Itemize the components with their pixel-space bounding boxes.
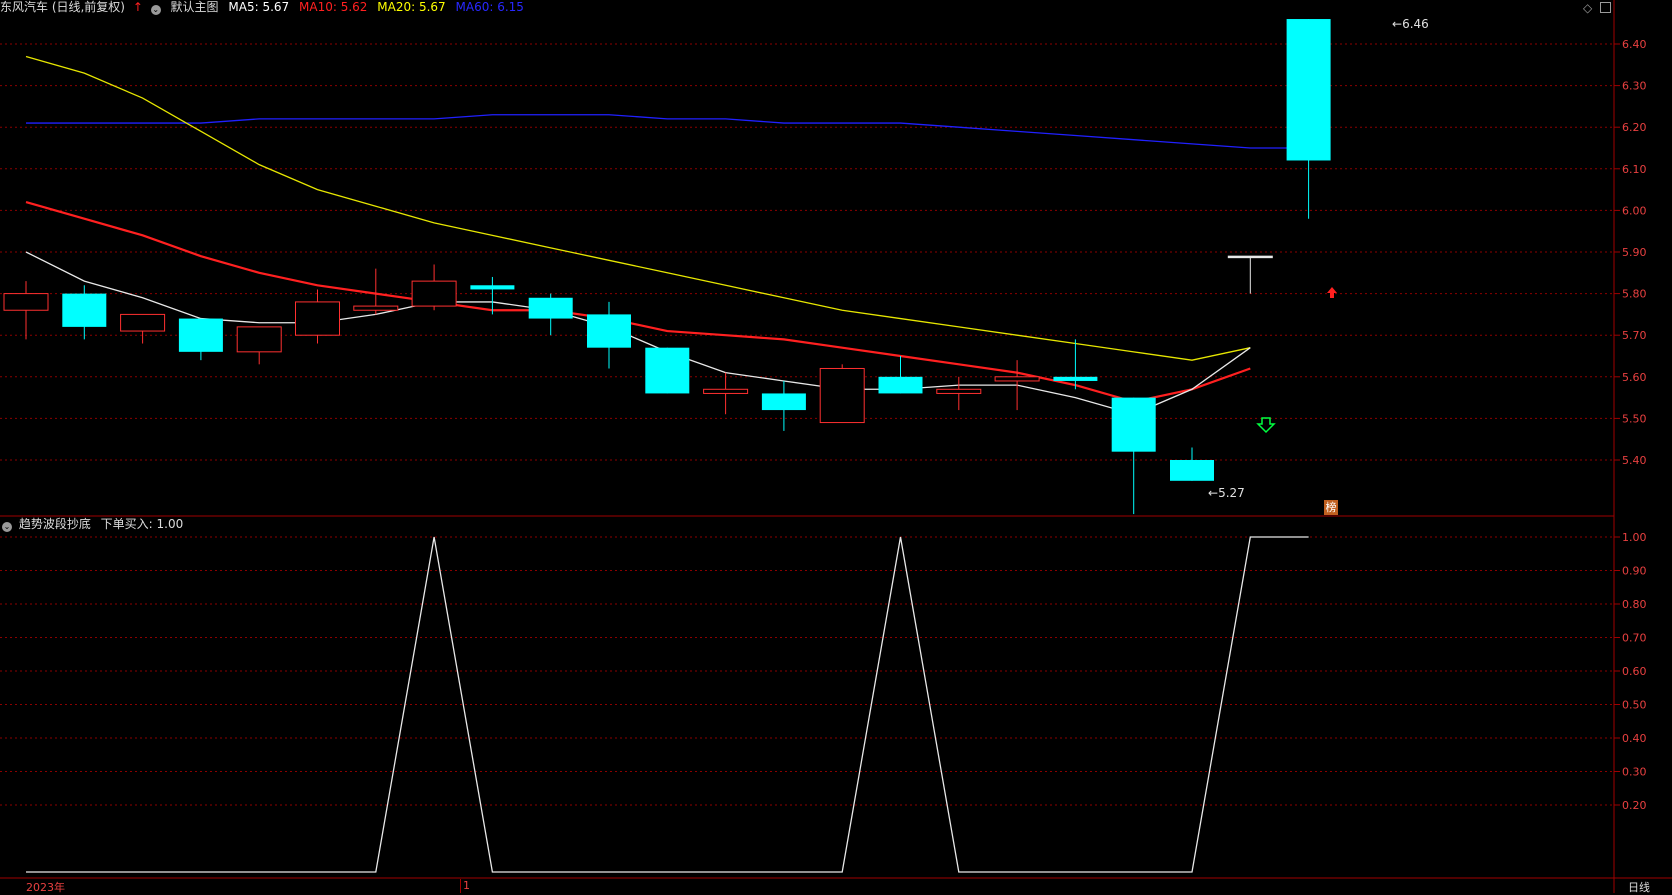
candle (703, 372, 749, 415)
y-tick-label: 0.90 (1622, 565, 1647, 578)
candle-body (1170, 460, 1214, 481)
candle (878, 356, 923, 394)
candle-body (994, 376, 1040, 382)
down-arrow-icon (1256, 417, 1276, 434)
chevron-down-icon[interactable]: ⌄ (150, 5, 161, 15)
candle (62, 285, 107, 340)
ma10-label: MA10: 5.62 (299, 0, 368, 14)
candle-body (819, 367, 865, 424)
y-tick-label: 0.20 (1622, 799, 1647, 812)
candle (761, 380, 806, 431)
low-price-label: 5.27 (1218, 486, 1245, 500)
candle-body (587, 314, 631, 348)
stock-title[interactable]: 东风汽车 (日线,前复权) (0, 0, 125, 14)
indicator-name[interactable]: 趋势波段抄底 (19, 517, 91, 531)
month-label: 1 (463, 879, 470, 892)
diamond-icon[interactable]: ◇ (1583, 1, 1592, 15)
y-tick-label: 5.80 (1622, 288, 1647, 301)
candle-body (878, 376, 923, 394)
y-tick-label: 0.40 (1622, 732, 1647, 745)
candle-body (1227, 255, 1273, 259)
candle-body (62, 293, 107, 327)
candle-body (3, 293, 49, 311)
panel-frames (0, 0, 1672, 893)
y-tick-label: 6.00 (1622, 204, 1647, 217)
y-tick-label: 0.50 (1622, 699, 1647, 712)
up-arrow-icon (1327, 287, 1337, 298)
y-tick-label: 6.40 (1622, 38, 1647, 51)
candle (411, 264, 457, 311)
candle-body (470, 285, 515, 290)
low-price-marker: ←5.27 (1208, 486, 1245, 500)
high-price-label: 6.46 (1402, 17, 1429, 31)
candle-body (295, 301, 340, 336)
template-label[interactable]: 默认主图 (171, 0, 219, 14)
candle-body (120, 313, 166, 332)
y-tick-label: 1.00 (1622, 531, 1647, 544)
ma20-label: MA20: 5.67 (377, 0, 446, 14)
chevron-down-icon[interactable]: ⌄ (2, 522, 12, 532)
candle (1170, 447, 1214, 481)
candle (178, 318, 223, 361)
y-tick-label: 0.70 (1622, 632, 1647, 645)
candle (120, 313, 166, 344)
candle (819, 364, 865, 424)
indicator-grid (0, 536, 1614, 806)
window-toggle-icon[interactable] (1600, 2, 1611, 13)
candle (1286, 19, 1331, 219)
candle-body (1111, 397, 1156, 452)
y-tick-label: 5.50 (1622, 412, 1647, 425)
y-tick-label: 6.20 (1622, 121, 1647, 134)
candle-body (703, 388, 749, 394)
y-tick-label: 0.80 (1622, 598, 1647, 611)
y-tick-label: 5.70 (1622, 329, 1647, 342)
chart-header: 东风汽车 (日线,前复权) ↑ ⌄ 默认主图 MA5: 5.67 MA10: 5… (0, 0, 530, 16)
y-tick-label: 6.10 (1622, 163, 1647, 176)
candle (295, 289, 340, 344)
candle (936, 376, 982, 411)
candle-body (353, 305, 399, 311)
left-arrow-icon: ← (1392, 17, 1403, 31)
y-tick-label: 5.40 (1622, 454, 1647, 467)
y-tick-label: 5.60 (1622, 371, 1647, 384)
ma60-line (26, 114, 1309, 149)
price-grid (0, 43, 1614, 461)
candle (1227, 255, 1273, 294)
ma60-label: MA60: 6.15 (455, 0, 524, 14)
left-arrow-icon: ← (1208, 486, 1219, 500)
ma10-line (25, 201, 1251, 403)
candle (1111, 397, 1156, 515)
candle (3, 281, 49, 340)
candle-body (761, 393, 806, 411)
candle-body (936, 388, 982, 394)
candle-body (645, 347, 690, 394)
candle-body (528, 297, 573, 319)
month-divider (460, 879, 461, 893)
up-arrow-icon: ↑ (132, 0, 143, 14)
candle (236, 326, 282, 365)
signal-marks (1256, 287, 1337, 434)
axis-ticks: 6.40 6.30 6.20 6.10 6.00 5.90 5.80 5.70 5.60 5.50… (1614, 38, 1647, 812)
indicator-value: 下单买入: 1.00 (100, 517, 184, 531)
candle-body (1053, 376, 1098, 381)
y-tick-label: 6.30 (1622, 80, 1647, 93)
y-tick-label: 5.90 (1622, 246, 1647, 259)
y-tick-label: 0.30 (1622, 766, 1647, 779)
candle-body (411, 280, 457, 307)
y-tick-label: 0.60 (1622, 665, 1647, 678)
indicator-header: ⌄ 趋势波段抄底 下单买入: 1.00 (0, 517, 183, 533)
high-price-marker: ←6.46 (1392, 17, 1429, 31)
candle-body (1286, 19, 1331, 161)
chart-canvas: 6.40 6.30 6.20 6.10 6.00 5.90 5.80 5.70 5.60 5.50… (0, 0, 1672, 893)
ma20-line (25, 55, 1251, 361)
candle-body (236, 326, 282, 353)
bang-badge[interactable]: 榜 (1324, 500, 1338, 515)
candle (528, 293, 573, 336)
ma5-label: MA5: 5.67 (228, 0, 290, 14)
candle (587, 301, 631, 369)
candle (645, 347, 690, 394)
candlesticks (3, 19, 1331, 515)
candle-body (178, 318, 223, 352)
